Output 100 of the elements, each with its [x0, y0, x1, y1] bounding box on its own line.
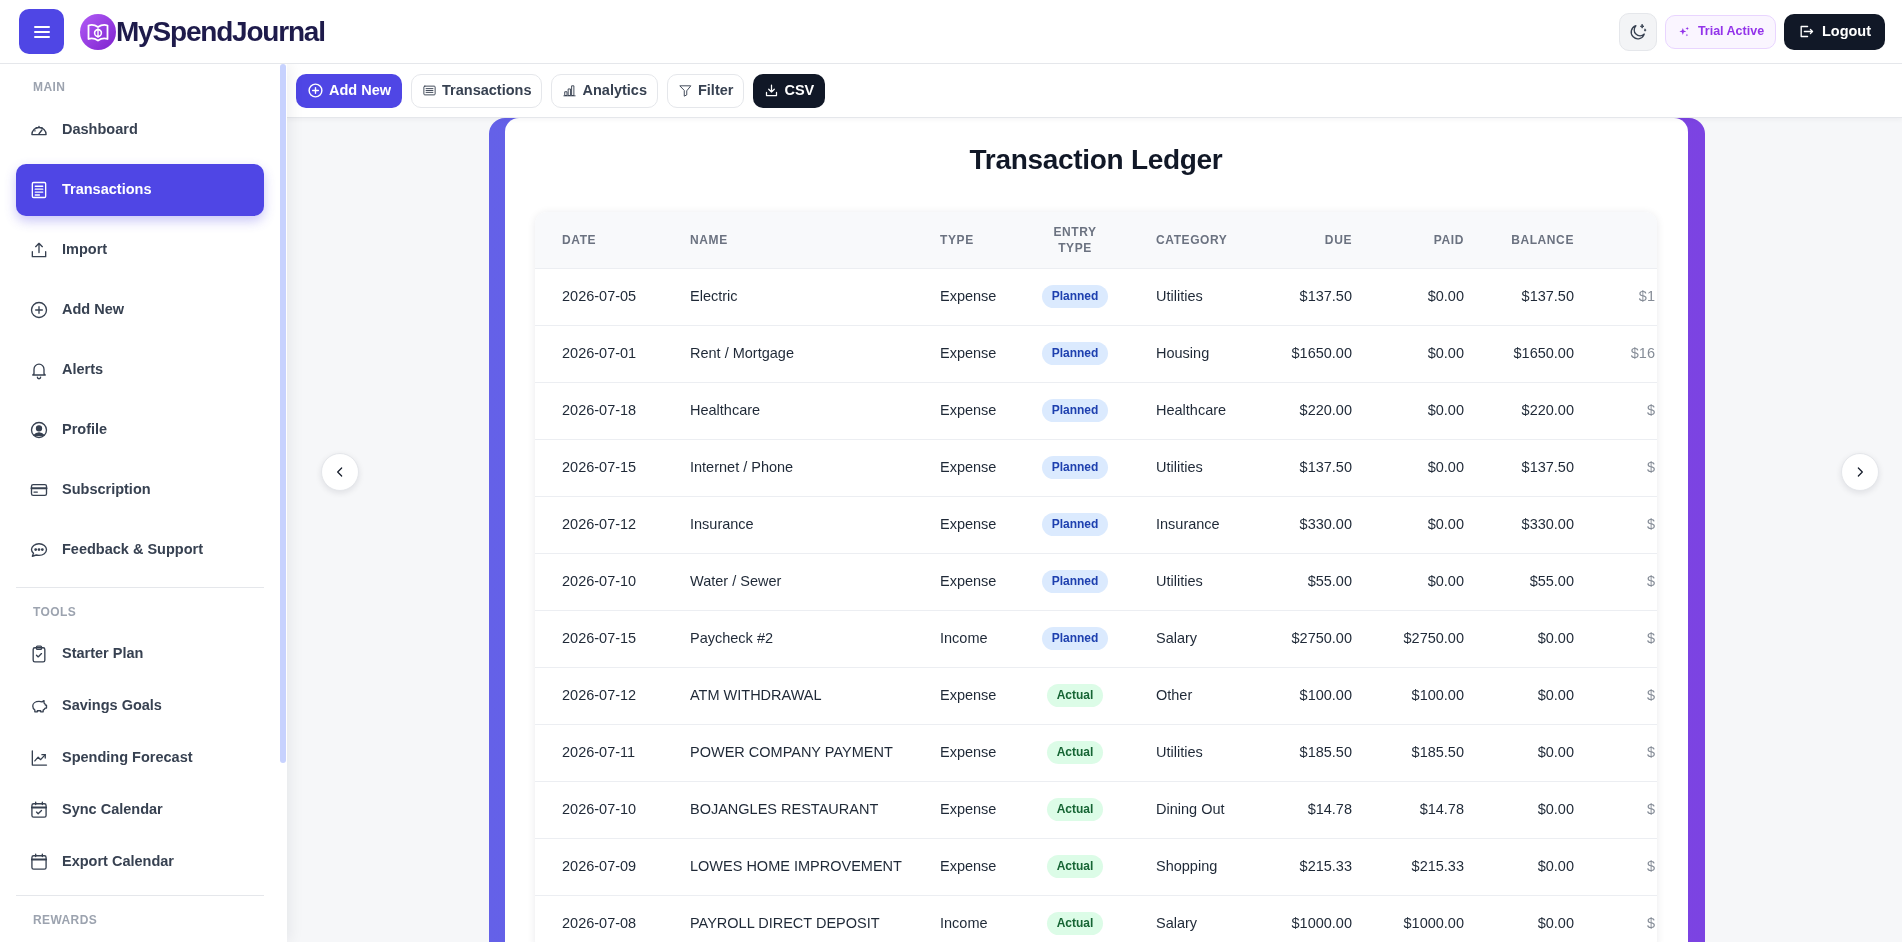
table-cell: $ — [1594, 781, 1657, 838]
table-cell: Internet / Phone — [670, 439, 920, 496]
table-cell: 2026-07-09 — [535, 838, 670, 895]
table-cell: 2026-07-15 — [535, 439, 670, 496]
table-cell: $ — [1594, 553, 1657, 610]
table-cell: $ — [1594, 838, 1657, 895]
table-cell: $2750.00 — [1268, 610, 1372, 667]
download-icon — [764, 83, 780, 98]
bar-chart-icon — [562, 83, 578, 98]
user-icon — [29, 420, 49, 440]
table-cell: $185.50 — [1372, 724, 1484, 781]
entry-type-tag: Actual — [1046, 684, 1104, 707]
scrollbar-thumb[interactable] — [280, 64, 286, 763]
entry-type-tag: Planned — [1041, 399, 1109, 422]
entry-type-tag: Planned — [1041, 513, 1109, 536]
sidebar-item[interactable]: Sync Calendar — [16, 788, 264, 832]
previous-button[interactable] — [321, 453, 359, 491]
table-cell: $ — [1594, 667, 1657, 724]
column-header: DUE — [1268, 212, 1372, 268]
section-label: REWARDS — [32, 912, 99, 928]
table-cell: $220.00 — [1484, 382, 1594, 439]
table-cell: $137.50 — [1268, 439, 1372, 496]
toolbar-button[interactable]: Transactions — [411, 73, 543, 108]
chat-icon — [29, 540, 49, 560]
table-cell: $0.00 — [1484, 838, 1594, 895]
table-cell: $215.33 — [1372, 838, 1484, 895]
sidebar-item[interactable]: Add New — [16, 284, 264, 336]
sidebar-item[interactable]: Export Calendar — [16, 840, 264, 884]
table-cell: $330.00 — [1484, 496, 1594, 553]
table-cell: $1000.00 — [1268, 895, 1372, 942]
table-cell: Income — [920, 610, 1014, 667]
table-cell: $137.50 — [1268, 268, 1372, 325]
table-cell: Healthcare — [1136, 382, 1268, 439]
entry-type-tag: Actual — [1046, 741, 1104, 764]
table-cell: Rent / Mortgage — [670, 325, 920, 382]
table-cell: $16 — [1594, 325, 1657, 382]
sidebar-item[interactable]: Transactions — [16, 164, 264, 216]
table-cell: $1650.00 — [1268, 325, 1372, 382]
section-label: MAIN — [32, 79, 67, 95]
column-header: BALANCE — [1484, 212, 1594, 268]
table-cell: $55.00 — [1484, 553, 1594, 610]
table-cell: Income — [920, 895, 1014, 942]
theme-toggle-button[interactable] — [1619, 12, 1657, 51]
entry-type-tag: Planned — [1041, 456, 1109, 479]
table-cell: $0.00 — [1484, 724, 1594, 781]
table-cell: Salary — [1136, 610, 1268, 667]
column-header: ENTRY TYPE — [1014, 212, 1136, 268]
column-header: NAME — [670, 212, 920, 268]
table-cell: ATM WITHDRAWAL — [670, 667, 920, 724]
table-cell: Healthcare — [670, 382, 920, 439]
sidebar-item[interactable]: Starter Plan — [16, 632, 264, 676]
sidebar-item[interactable]: Subscription — [16, 464, 264, 516]
column-header: CATEGORY — [1136, 212, 1268, 268]
table-cell: Paycheck #2 — [670, 610, 920, 667]
table-cell: POWER COMPANY PAYMENT — [670, 724, 920, 781]
sidebar-item[interactable]: Import — [16, 224, 264, 276]
sidebar-item[interactable]: Savings Goals — [16, 684, 264, 728]
table-cell: $220.00 — [1268, 382, 1372, 439]
csv-download-button[interactable]: CSV — [753, 73, 826, 108]
menu-button[interactable] — [19, 9, 64, 54]
table-cell: $1650.00 — [1484, 325, 1594, 382]
table-cell: Utilities — [1136, 268, 1268, 325]
table-cell: $0.00 — [1372, 325, 1484, 382]
table-cell: Utilities — [1136, 439, 1268, 496]
table-cell: Expense — [920, 268, 1014, 325]
entry-type-tag: Actual — [1046, 798, 1104, 821]
logout-button[interactable]: Logout — [1784, 13, 1885, 50]
table-cell: 2026-07-10 — [535, 553, 670, 610]
table-cell: Insurance — [670, 496, 920, 553]
table-cell: $ — [1594, 382, 1657, 439]
sidebar-item[interactable]: Alerts — [16, 344, 264, 396]
table-cell: $ — [1594, 610, 1657, 667]
table-cell: $0.00 — [1484, 895, 1594, 942]
next-button[interactable] — [1841, 453, 1879, 491]
table-cell: Utilities — [1136, 724, 1268, 781]
table-cell: $1000.00 — [1372, 895, 1484, 942]
sidebar-item[interactable]: Dashboard — [16, 104, 264, 156]
sidebar-item[interactable]: Spending Forecast — [16, 736, 264, 780]
table-cell: $330.00 — [1268, 496, 1372, 553]
toolbar-button[interactable]: Filter — [666, 73, 745, 108]
trial-status-badge: Trial Active — [1665, 14, 1776, 49]
plus-circle-icon — [29, 300, 49, 320]
sidebar-item[interactable]: Profile — [16, 404, 264, 456]
table-cell: PAYROLL DIRECT DEPOSIT — [670, 895, 920, 942]
table-cell: $0.00 — [1372, 268, 1484, 325]
table-cell: Electric — [670, 268, 920, 325]
table-cell: $ — [1594, 895, 1657, 942]
table-cell: Dining Out — [1136, 781, 1268, 838]
table-cell: $100.00 — [1372, 667, 1484, 724]
table-cell: Insurance — [1136, 496, 1268, 553]
column-header: TYPE — [920, 212, 1014, 268]
table-cell: 2026-07-15 — [535, 610, 670, 667]
table-cell: $100.00 — [1268, 667, 1372, 724]
table-cell: $0.00 — [1484, 781, 1594, 838]
entry-type-tag: Actual — [1046, 912, 1104, 936]
table-cell: $ — [1594, 496, 1657, 553]
entry-type-tag: Planned — [1041, 570, 1109, 593]
sidebar-item[interactable]: Feedback & Support — [16, 524, 264, 576]
toolbar-button[interactable]: Analytics — [551, 73, 658, 108]
add-new-button[interactable]: Add New — [296, 73, 403, 108]
